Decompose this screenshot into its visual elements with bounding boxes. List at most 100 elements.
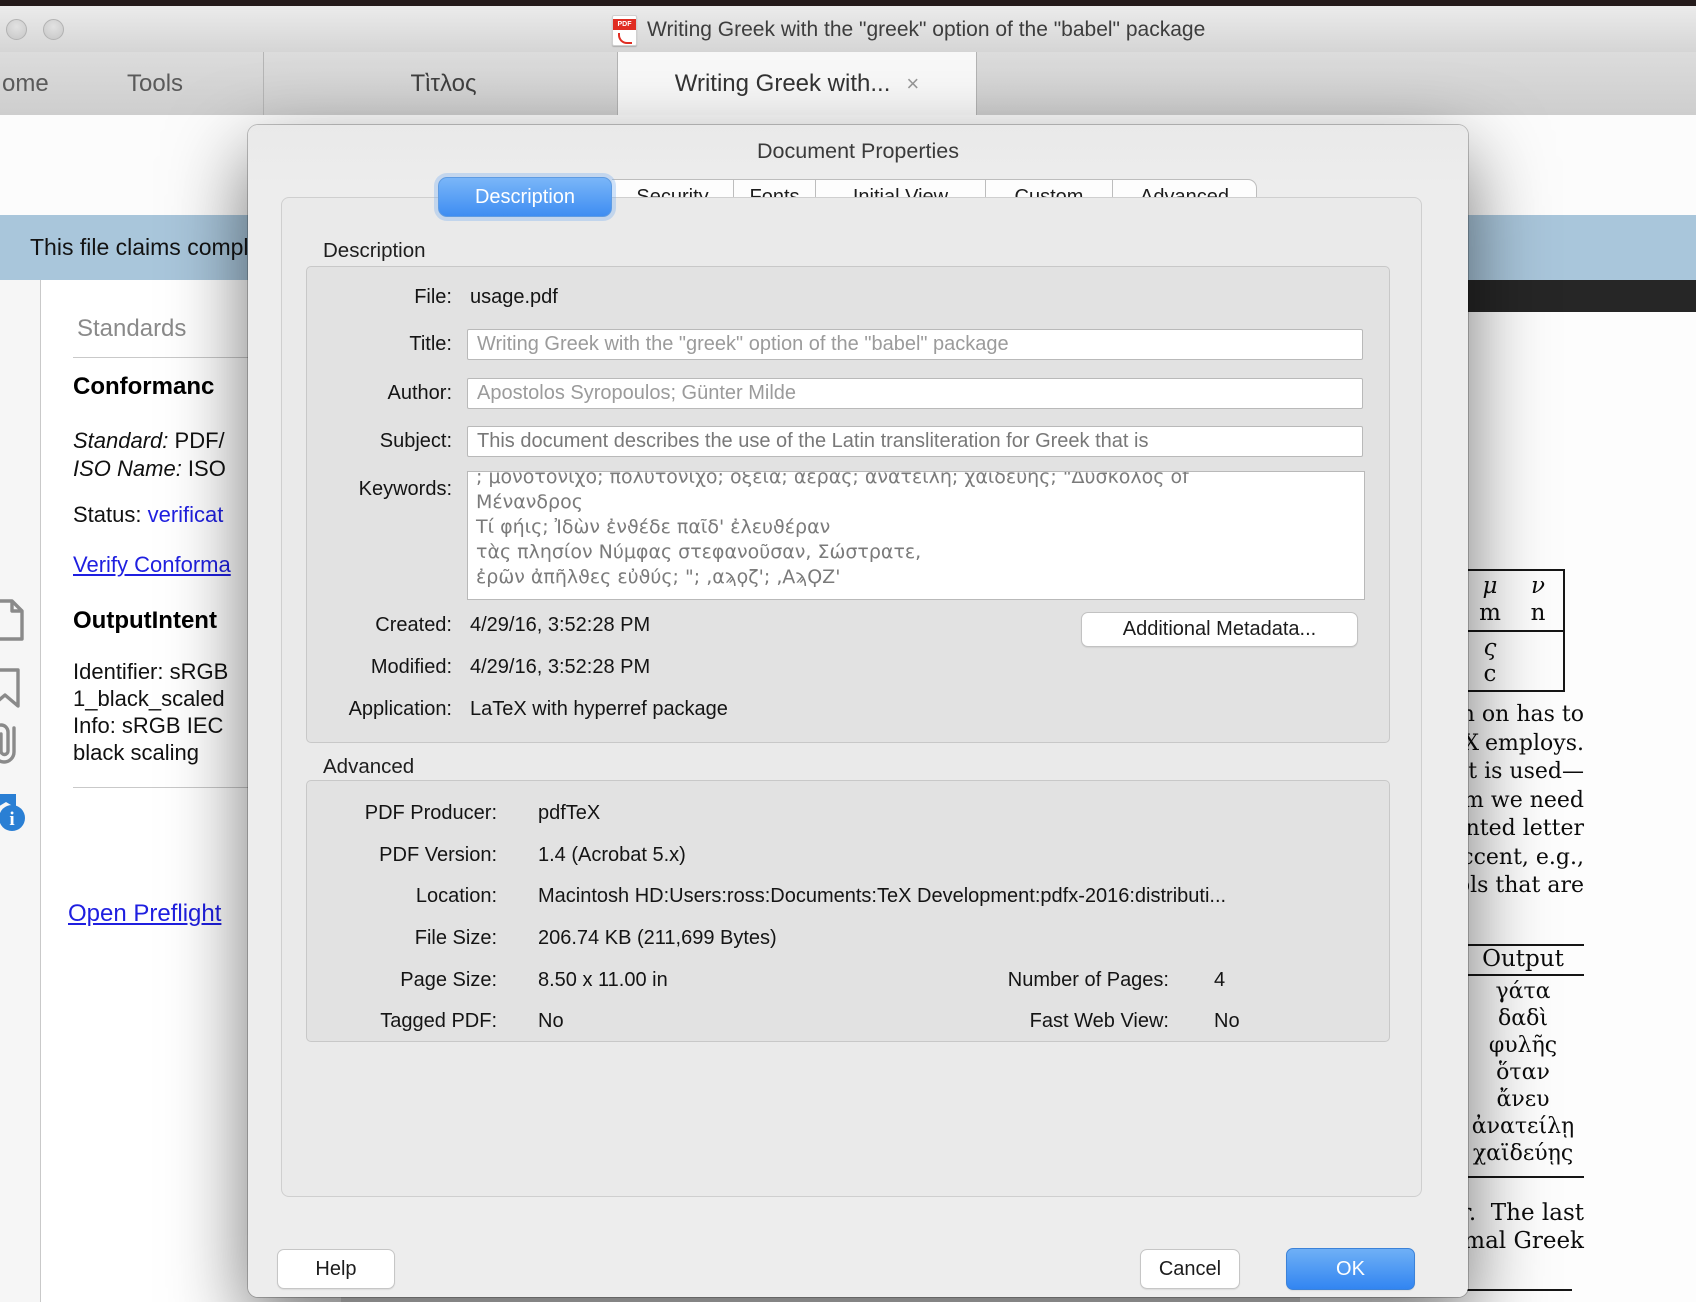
file-label: File: — [307, 286, 452, 309]
field-label: PDF Version: — [307, 844, 497, 867]
field-label: Location: — [307, 885, 497, 908]
standards-icon[interactable]: i — [0, 792, 36, 834]
advanced-groupbox: PDF Producer: pdfTeX PDF Version: 1.4 (Acro… — [306, 780, 1390, 1042]
advanced-row: PDF Version: 1.4 (Acrobat 5.x) — [307, 835, 1389, 877]
table-cell: μ — [1466, 573, 1514, 599]
table-rule — [1464, 630, 1565, 632]
additional-metadata-button[interactable]: Additional Metadata... — [1081, 612, 1358, 647]
document-properties-dialog: Document Properties DescriptionSecurityF… — [248, 125, 1468, 1297]
iso-name-line: ISO Name: ISO — [73, 456, 226, 482]
keywords-line: ἐρῶν ἀπῆλϑες εὐϑύς; "; ‚αϡϙζ'; ‚ΑϡϘΖ' — [476, 565, 1356, 590]
tab-titlos[interactable]: Τὶτλος — [270, 52, 617, 115]
description-groupbox: File: usage.pdf Title: Writing Greek wit… — [306, 266, 1390, 743]
created-value: 4/29/16, 3:52:28 PM — [470, 614, 650, 637]
standard-value: PDF/ — [168, 428, 224, 453]
table-cell: ς — [1466, 635, 1514, 661]
subject-label: Subject: — [307, 430, 452, 453]
modified-label: Modified: — [307, 656, 452, 679]
window-title-group: PDF Writing Greek with the "greek" optio… — [612, 14, 1205, 46]
window-titlebar: PDF Writing Greek with the "greek" optio… — [0, 6, 1696, 53]
window-title: Writing Greek with the "greek" option of… — [647, 18, 1205, 42]
tab-home[interactable]: ome — [2, 52, 49, 115]
table-cell: m — [1466, 600, 1514, 626]
keywords-line: τὰς πλησίον Νύμφας στεφανοῦσαν, Σώστρατε… — [476, 540, 1356, 565]
description-section-label: Description — [323, 239, 426, 263]
keywords-line: Τί φήις; Ἰδὼν ἐνϑέδε παῖδ' ἐλευϑέραν — [476, 515, 1356, 540]
status-line: Status: verificat — [73, 502, 223, 528]
table-cell: n — [1514, 600, 1562, 626]
keywords-line: Μένανδρος — [476, 490, 1356, 515]
panel-title: Standards — [77, 315, 186, 343]
keywords-text: ; μονοτονιχο; πολυτονιχο; οξεια; αερας; … — [468, 471, 1364, 590]
field-value: 206.74 KB (211,699 Bytes) — [538, 927, 777, 950]
pdf-badge-swoosh — [618, 33, 632, 44]
output-word: ἀνατείλῃ — [1448, 1113, 1598, 1140]
advanced-row: Location: Macintosh HD:Users:ross:Documen… — [307, 876, 1389, 918]
subject-field[interactable]: This document describes the use of the L… — [467, 426, 1363, 457]
pdf-badge-label: PDF — [613, 19, 636, 30]
output-word: χαϊδεύῃς — [1448, 1140, 1598, 1167]
table-cell: c — [1466, 661, 1514, 687]
traffic-light-minimize[interactable] — [43, 19, 64, 40]
title-field[interactable]: Writing Greek with the "greek" option of… — [467, 329, 1363, 360]
field-value: pdfTeX — [538, 802, 600, 825]
pdf-file-icon: PDF — [612, 15, 637, 46]
ok-button[interactable]: OK — [1286, 1248, 1415, 1290]
table-cell: ν — [1514, 573, 1562, 599]
iso-value: ISO — [182, 456, 226, 481]
page-thumbnails-icon[interactable] — [0, 598, 28, 642]
app-tabbar: ome Tools Τὶτλος Writing Greek with... × — [0, 52, 1696, 116]
tab-document-label: Writing Greek with... — [675, 70, 891, 98]
status-value: verificat — [148, 502, 224, 527]
help-button[interactable]: Help — [277, 1249, 395, 1289]
created-label: Created: — [307, 614, 452, 637]
output-table-header: Output — [1462, 946, 1584, 972]
tab-tools[interactable]: Tools — [127, 52, 183, 115]
output-word: δαδὶ — [1448, 1005, 1598, 1032]
conformance-heading: Conformanc — [73, 373, 214, 401]
field-value: 1.4 (Acrobat 5.x) — [538, 844, 686, 867]
file-value: usage.pdf — [470, 286, 558, 309]
cancel-button[interactable]: Cancel — [1140, 1249, 1240, 1289]
info-line: Info: sRGB IEC — [73, 712, 228, 739]
table-rule — [1462, 974, 1584, 976]
tab-separator — [263, 52, 264, 115]
modified-value: 4/29/16, 3:52:28 PM — [470, 656, 650, 679]
traffic-light-close[interactable] — [6, 19, 27, 40]
field-value: Macintosh HD:Users:ross:Documents:TeX De… — [538, 885, 1226, 908]
dialog-title: Document Properties — [248, 139, 1468, 164]
screen: PDF Writing Greek with the "greek" optio… — [0, 0, 1696, 1302]
verify-conformance-link[interactable]: Verify Conforma — [73, 552, 231, 578]
tab-close-icon[interactable]: × — [906, 71, 919, 97]
author-field[interactable]: Apostolos Syropoulos; Günter Milde — [467, 378, 1363, 409]
advanced-row: PDF Producer: pdfTeX — [307, 793, 1389, 835]
keywords-line: ; μονοτονιχο; πολυτονιχο; οξεια; αερας; … — [476, 471, 1356, 490]
keywords-label: Keywords: — [307, 478, 452, 501]
table-rule — [1462, 1176, 1584, 1178]
output-word: φυλῆς — [1448, 1032, 1598, 1059]
tab-document-active[interactable]: Writing Greek with... × — [617, 52, 977, 115]
field-label: Number of Pages: — [307, 969, 1169, 992]
bookmarks-icon[interactable] — [0, 668, 26, 708]
advanced-row: File Size:206.74 KB (211,699 Bytes) — [307, 918, 1389, 960]
pdf-transliteration-table: μ ν m n ς c — [1464, 569, 1565, 692]
open-preflight-link[interactable]: Open Preflight — [68, 900, 221, 928]
advanced-right-rows: Number of Pages: 4 Fast Web View:No — [307, 959, 1389, 1042]
field-label: PDF Producer: — [307, 802, 497, 825]
info-line: black scaling — [73, 739, 228, 766]
banner-message: This file claims compli — [30, 215, 254, 280]
advanced-row: Fast Web View:No — [307, 1001, 1389, 1043]
dialog-tab-description[interactable]: Description — [438, 177, 612, 217]
output-word: ὅταν — [1448, 1059, 1598, 1086]
field-value: 4 — [1214, 969, 1225, 992]
application-value: LaTeX with hyperref package — [470, 698, 728, 721]
info-line: 1_black_scaled — [73, 685, 228, 712]
standard-label: Standard: — [73, 428, 168, 453]
attachments-icon[interactable] — [0, 720, 28, 768]
field-label: Fast Web View: — [307, 1010, 1169, 1033]
keywords-field[interactable]: ; μονοτονιχο; πολυτονιχο; οξεια; αερας; … — [467, 471, 1365, 600]
info-line: Identifier: sRGB — [73, 658, 228, 685]
output-table-words: γάταδαδὶφυλῆςὅτανἄνευἀνατείλῃχαϊδεύῃς — [1448, 978, 1598, 1167]
footnote-rule — [1462, 1289, 1572, 1291]
application-label: Application: — [307, 698, 452, 721]
